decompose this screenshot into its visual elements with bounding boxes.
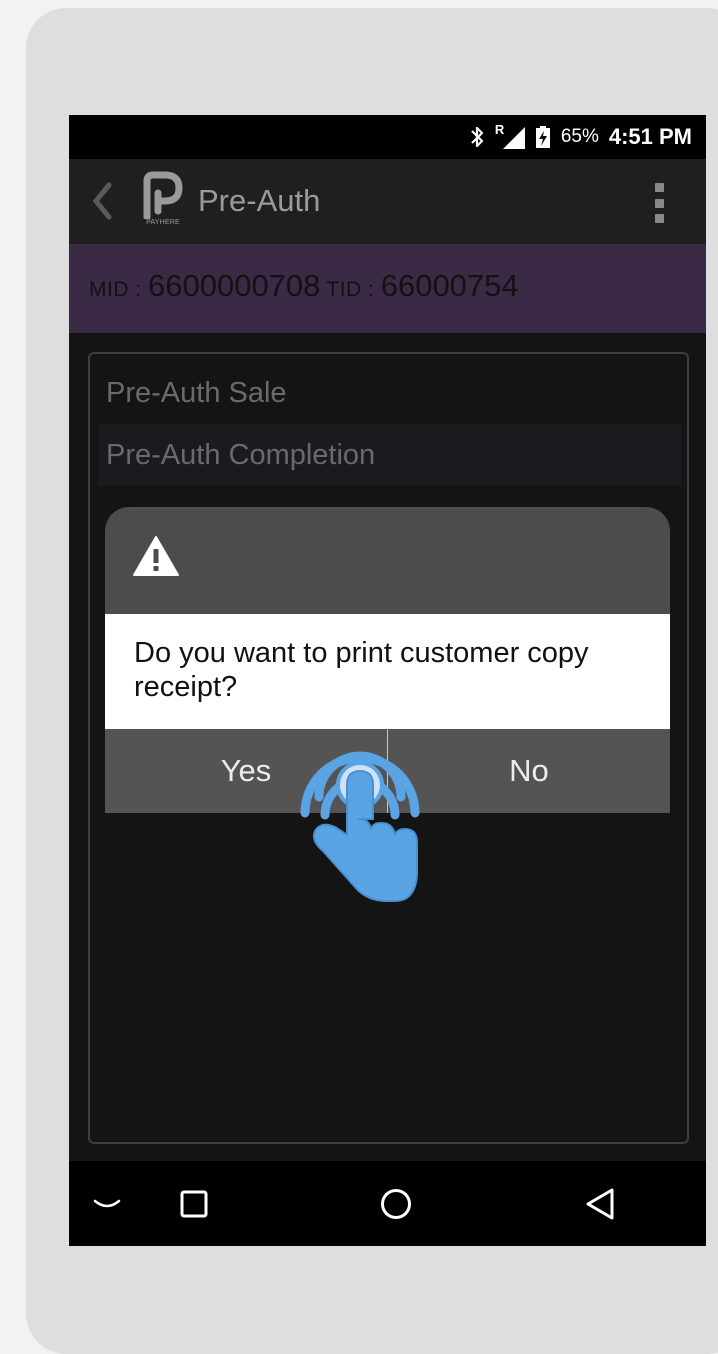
dialog-message: Do you want to print customer copy recei… [134, 637, 589, 703]
merchant-info-bar: MID : 6600000708 TID : 66000754 [69, 244, 706, 333]
nav-keyboard-hide-icon [93, 1199, 121, 1207]
status-bar: R 65% 4:51 PM [69, 115, 706, 159]
nav-home-button[interactable] [371, 1161, 421, 1246]
bluetooth-icon [471, 126, 483, 148]
nav-back-icon [586, 1188, 614, 1219]
dialog-body: Do you want to print customer copy recei… [105, 614, 670, 729]
screenshot-stage: R 65% 4:51 PM PAYHERE Pre-Auth MID: 660… [0, 0, 718, 1354]
menu-item-pre-auth-completion[interactable]: Pre-Auth Completion [98, 424, 681, 486]
nav-keyboard-hide-button[interactable] [87, 1161, 127, 1246]
tid-label: TID : [320, 278, 381, 301]
phone-screen: R 65% 4:51 PM PAYHERE Pre-Auth MID: 660… [69, 115, 706, 1246]
nav-back-button[interactable] [575, 1161, 625, 1246]
navigation-bar [69, 1161, 706, 1246]
signal-indicator: R [495, 122, 525, 150]
nav-home-icon [381, 1188, 411, 1219]
warning-icon [133, 536, 179, 576]
logo-text: PAYHERE [146, 219, 180, 226]
dialog-header [105, 507, 670, 614]
merchant-info: MID : 6600000708 TID : 66000754 [89, 268, 519, 304]
signal-icon [502, 127, 525, 149]
overflow-menu-button[interactable] [652, 183, 666, 223]
battery-percent: 65% [560, 126, 599, 147]
back-button[interactable] [87, 179, 117, 223]
tap-gesture-icon [300, 751, 420, 902]
payhere-logo: PAYHERE [141, 171, 185, 231]
app-bar: PAYHERE Pre-Auth [69, 159, 706, 244]
status-time: 4:51 PM [608, 124, 692, 149]
nav-recents-icon [180, 1190, 208, 1217]
mid-value: 6600000708 [148, 268, 321, 303]
tid-value: 66000754 [380, 268, 519, 303]
back-chevron-icon [92, 182, 112, 220]
overflow-menu-icon [654, 183, 664, 192]
menu-item-pre-auth-sale[interactable]: Pre-Auth Sale [98, 362, 681, 424]
payhere-logo-icon [143, 171, 183, 221]
nav-recents-button[interactable] [169, 1161, 219, 1246]
page-title: Pre-Auth [198, 183, 321, 218]
mid-label: MID : [89, 278, 148, 301]
battery-charging-icon [535, 126, 550, 148]
status-icons: R 65% 4:51 PM [469, 115, 692, 159]
